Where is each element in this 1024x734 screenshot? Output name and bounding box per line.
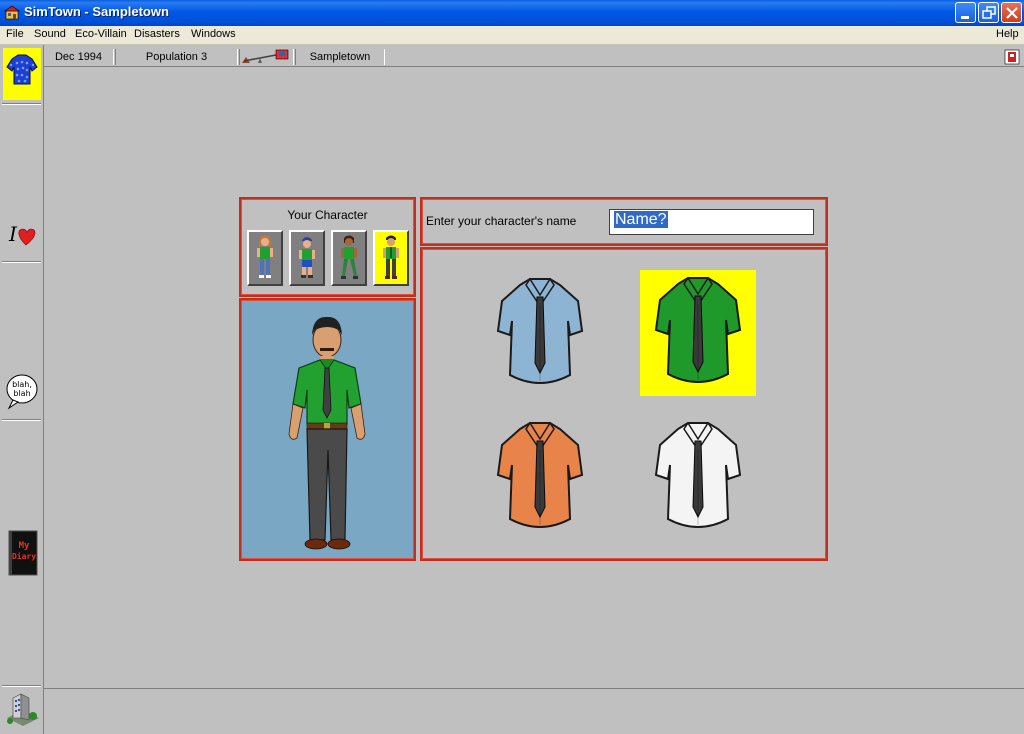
i-letter: I [8,222,18,246]
my-diary-tool-button[interactable]: My Diary [3,527,41,579]
building-icon [7,693,39,726]
tool-palette: I blah, blah My Diary [0,45,44,734]
character-select-panel: Your Character [239,197,416,297]
shirt-icon [6,54,38,85]
man-sprite-icon [383,235,399,279]
i-love-tool-button[interactable]: I [3,207,41,259]
menu-disasters[interactable]: Disasters [134,28,180,40]
character-portrait [288,316,366,550]
character-name-input[interactable]: Name? [609,209,814,235]
title-bar: SimTown - Sampletown [0,0,1024,26]
menu-windows[interactable]: Windows [191,28,236,40]
white-shirt-icon [654,421,742,528]
your-character-title: Your Character [287,208,368,222]
diary-line-2: Diary [12,551,36,561]
character-portrait-panel [239,298,416,561]
status-bar: Dec 1994 Population 3 Sampletown [44,47,1024,67]
woman-sprite-icon [341,235,358,279]
blah-line-1: blah, [12,380,32,389]
green-shirt-icon [654,276,742,383]
restore-icon [982,6,996,19]
boy-sprite-icon [299,237,315,278]
shirt-option-blue[interactable] [482,271,598,397]
minimize-icon [961,16,969,19]
menu-sound[interactable]: Sound [34,28,66,40]
minimize-button[interactable] [955,2,976,23]
window-title: SimTown - Sampletown [24,4,169,19]
close-icon [1006,7,1018,19]
speech-bubble-icon: blah, blah [6,374,38,410]
menu-bar: File Sound Eco-Villain Disasters Windows… [0,26,1024,45]
diary-line-1: My [19,541,30,551]
menu-file[interactable]: File [6,28,24,40]
girl-sprite-icon [257,235,273,278]
menu-eco-villain[interactable]: Eco-Villain [75,28,127,40]
seesaw-icon [242,49,289,63]
shirt-option-green[interactable] [640,270,756,396]
heart-icon: I [8,222,36,246]
name-field-label: Enter your character's name [426,214,577,228]
shirt-option-orange[interactable] [482,415,598,541]
diary-icon: My Diary [8,530,38,576]
shirt-select-panel [420,247,828,561]
orange-shirt-icon [496,421,584,528]
bottom-bar [44,688,1024,734]
town-name-display: Sampletown [295,49,385,65]
restore-button[interactable] [978,2,999,23]
menu-help[interactable]: Help [996,28,1019,40]
shirt-tool-button[interactable] [3,48,41,100]
name-input-value: Name? [614,211,668,228]
town-seesaw-icon[interactable] [239,49,294,65]
alert-icon[interactable] [1004,49,1020,65]
shirt-option-white[interactable] [640,415,756,541]
date-display: Dec 1994 [44,49,114,65]
blue-shirt-icon [496,277,584,384]
close-button[interactable] [1001,2,1022,23]
character-option-girl[interactable] [247,230,283,286]
name-entry-panel: Enter your character's name Name? [420,197,828,246]
character-option-man[interactable] [373,230,409,286]
blah-line-2: blah [13,389,30,398]
city-view-button[interactable] [3,688,43,732]
population-display: Population 3 [115,49,238,65]
blah-blah-tool-button[interactable]: blah, blah [3,363,41,415]
character-option-woman[interactable] [331,230,367,286]
simtown-app-icon [4,5,20,20]
character-option-boy[interactable] [289,230,325,286]
